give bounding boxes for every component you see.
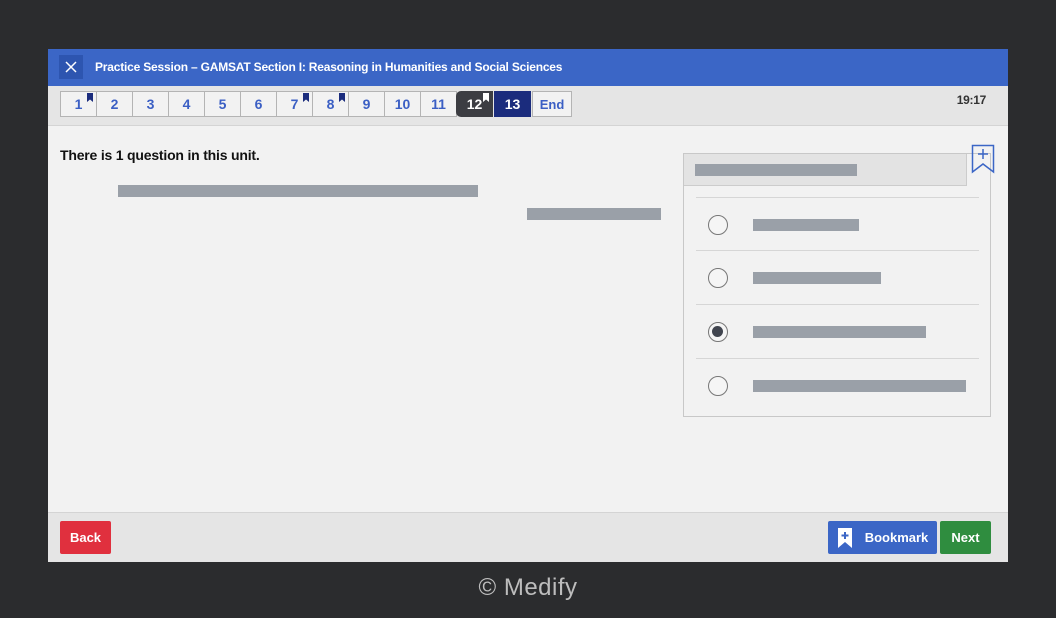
- close-button[interactable]: [59, 55, 83, 79]
- question-button-13[interactable]: 13: [494, 91, 531, 117]
- passage-line-redacted: [118, 185, 478, 197]
- bookmark-button[interactable]: Bookmark: [828, 521, 937, 554]
- answer-option[interactable]: [696, 358, 979, 411]
- title-bar: Practice Session – GAMSAT Section I: Rea…: [48, 49, 1008, 86]
- answer-option[interactable]: [696, 197, 979, 250]
- footer-bar: Back Bookmark Next: [48, 512, 1008, 562]
- radio-button[interactable]: [708, 376, 728, 396]
- answer-option[interactable]: [696, 250, 979, 303]
- bookmark-flag-icon: [339, 93, 345, 102]
- answer-panel: [683, 153, 991, 417]
- question-navigation-bar: 1 2 3 4 5 6 7 8 9 10 11 12 13 End 19:17: [48, 86, 1008, 126]
- question-button-12[interactable]: 12: [456, 91, 493, 117]
- bookmark-flag-icon: [87, 93, 93, 102]
- timer: 19:17: [956, 93, 987, 107]
- question-content: There is 1 question in this unit.: [48, 127, 1008, 513]
- bookmark-icon: [837, 527, 852, 548]
- answer-option[interactable]: [696, 304, 979, 357]
- close-icon: [65, 61, 77, 73]
- question-button-5[interactable]: 5: [204, 91, 241, 117]
- question-button-2[interactable]: 2: [96, 91, 133, 117]
- radio-button[interactable]: [708, 268, 728, 288]
- window-title: Practice Session – GAMSAT Section I: Rea…: [95, 60, 563, 74]
- question-button-8[interactable]: 8: [312, 91, 349, 117]
- bookmark-flag-icon: [483, 93, 489, 102]
- option-text-redacted: [753, 219, 859, 231]
- option-text-redacted: [753, 272, 881, 284]
- radio-button[interactable]: [708, 215, 728, 235]
- option-text-redacted: [753, 380, 966, 392]
- copyright-text: © Medify: [478, 574, 578, 601]
- back-button[interactable]: Back: [60, 521, 111, 554]
- bookmark-flag-icon: [303, 93, 309, 102]
- question-button-1[interactable]: 1: [60, 91, 97, 117]
- question-button-3[interactable]: 3: [132, 91, 169, 117]
- question-stem-header: [684, 154, 967, 186]
- bookmark-add-icon[interactable]: [971, 144, 995, 174]
- question-button-10[interactable]: 10: [384, 91, 421, 117]
- question-stem-redacted: [695, 164, 857, 176]
- next-button[interactable]: Next: [940, 521, 991, 554]
- unit-info-text: There is 1 question in this unit.: [60, 147, 260, 163]
- question-button-11[interactable]: 11: [420, 91, 457, 117]
- exam-window: Practice Session – GAMSAT Section I: Rea…: [48, 49, 1008, 562]
- end-button[interactable]: End: [532, 91, 572, 117]
- option-text-redacted: [753, 326, 926, 338]
- question-button-9[interactable]: 9: [348, 91, 385, 117]
- question-button-6[interactable]: 6: [240, 91, 277, 117]
- question-button-4[interactable]: 4: [168, 91, 205, 117]
- passage-line-redacted: [527, 208, 661, 220]
- radio-button-selected[interactable]: [708, 322, 728, 342]
- question-button-7[interactable]: 7: [276, 91, 313, 117]
- question-navigator: 1 2 3 4 5 6 7 8 9 10 11 12 13 End: [60, 91, 572, 117]
